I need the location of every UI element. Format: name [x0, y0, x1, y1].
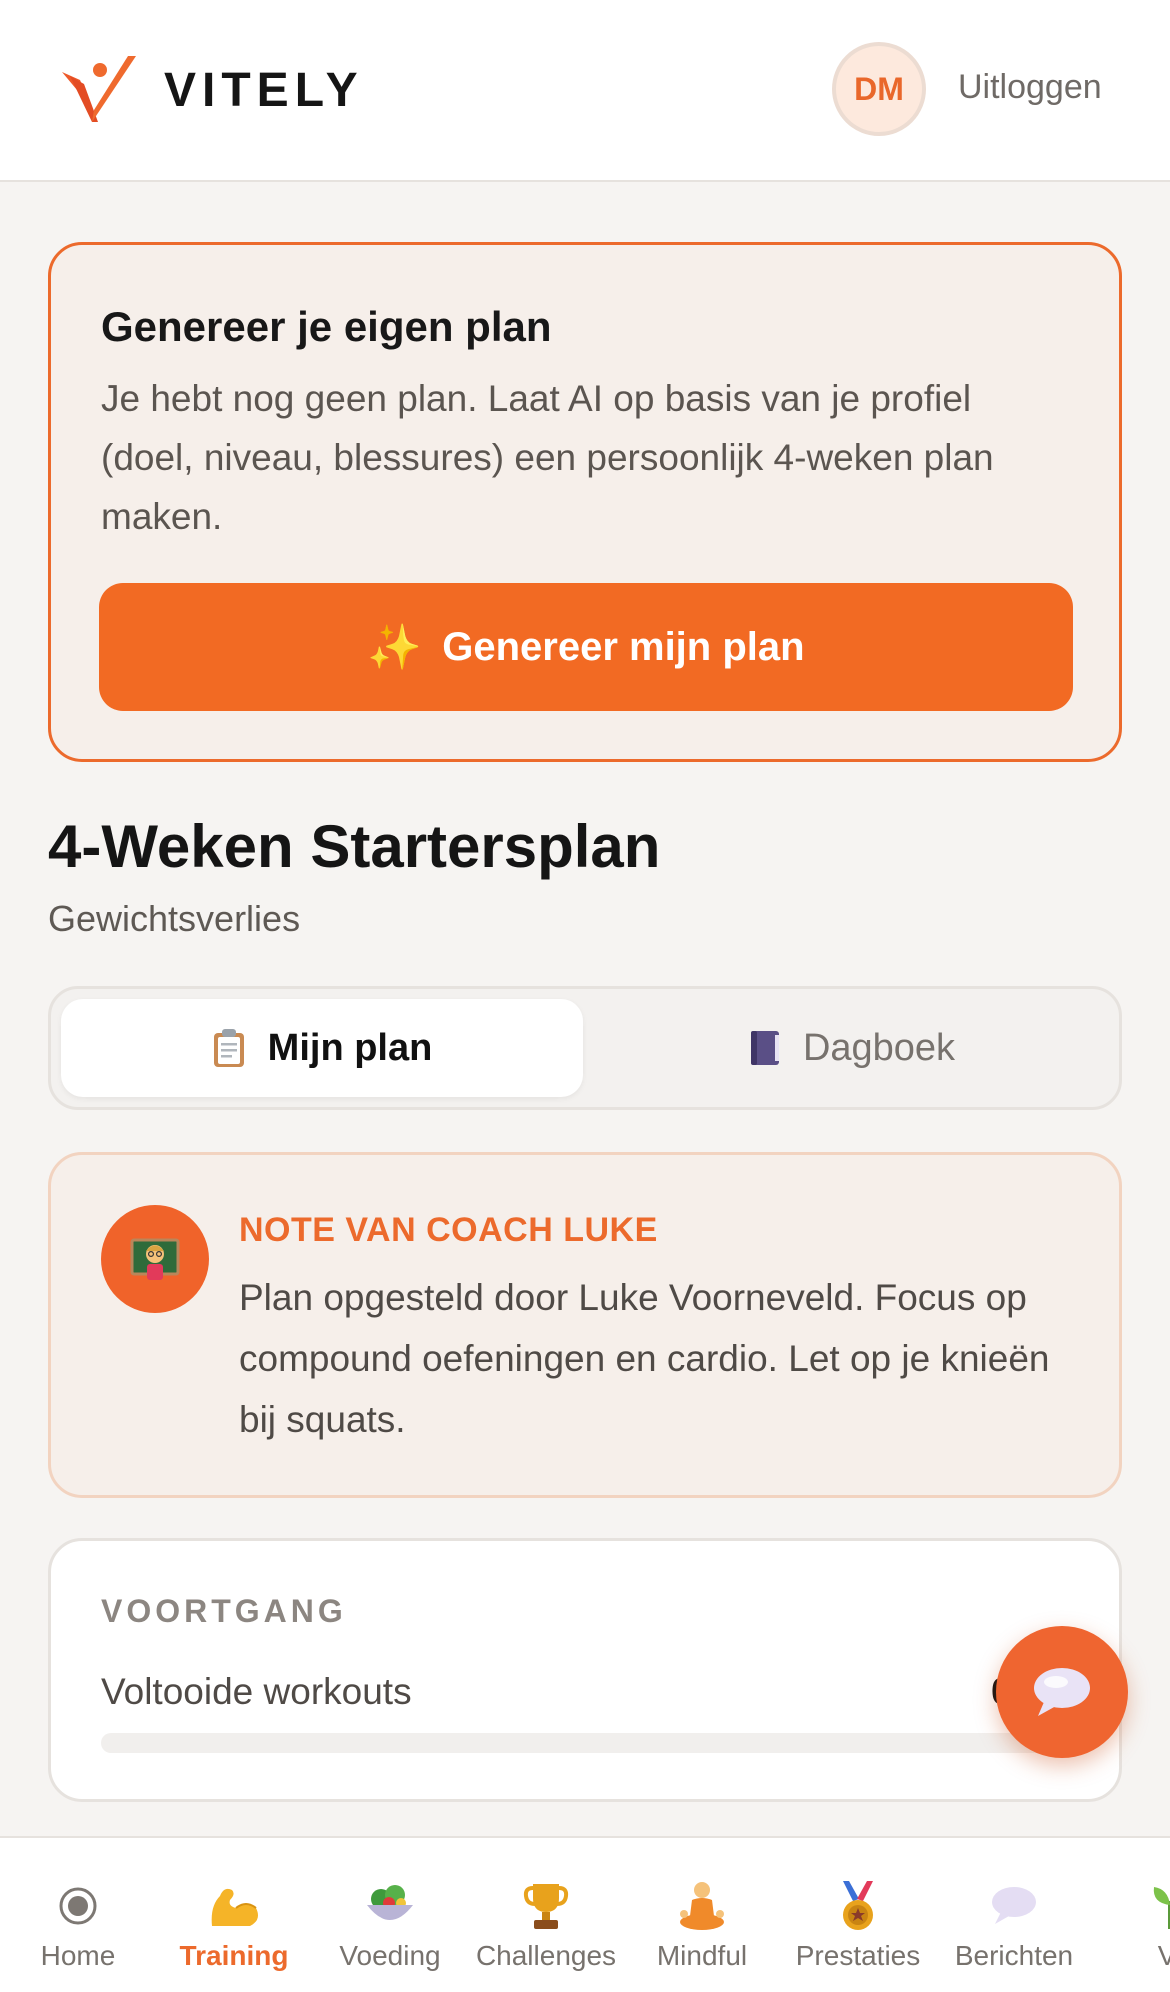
- top-bar: VITELY DM Uitloggen: [0, 0, 1170, 182]
- teacher-icon: [130, 1238, 180, 1280]
- plan-subtitle: Gewichtsverlies: [48, 898, 301, 939]
- notebook-icon: [749, 1029, 781, 1067]
- leaf-icon: [1146, 1878, 1170, 1934]
- tab-mijn-plan-label: Mijn plan: [267, 1026, 433, 1069]
- sparkles-icon: ✨: [367, 623, 423, 672]
- salad-icon: [363, 1878, 417, 1934]
- nav-label: Vi: [1158, 1940, 1170, 1972]
- clipboard-icon: [212, 1028, 246, 1068]
- progress-card: VOORTGANG Voltooide workouts 0: [48, 1538, 1122, 1802]
- nav-label: Voeding: [339, 1940, 441, 1971]
- nav-label: Mindful: [656, 1940, 748, 1971]
- generate-plan-button-label: Genereer mijn plan: [442, 624, 805, 669]
- tab-dagboek-label: Dagboek: [802, 1026, 956, 1069]
- generate-plan-card: Genereer je eigen plan Je hebt nog geen …: [48, 242, 1122, 762]
- progress-label: VOORTGANG: [101, 1593, 347, 1629]
- nav-label: Home: [40, 1940, 116, 1971]
- trophy-icon: [523, 1878, 569, 1934]
- tab-dagboek[interactable]: Dagboek: [591, 999, 1113, 1097]
- medal-icon: [835, 1878, 881, 1934]
- vitely-logo-icon: [62, 56, 136, 122]
- brand-name: VITELY: [164, 63, 364, 117]
- speech-bubble-icon: [989, 1878, 1039, 1934]
- nav-label: Challenges: [475, 1940, 617, 1971]
- nav-label: Prestaties: [795, 1940, 921, 1971]
- generate-plan-title: Genereer je eigen plan: [101, 303, 552, 350]
- meditation-icon: [676, 1878, 728, 1934]
- coach-note-label: NOTE VAN COACH LUKE: [239, 1211, 658, 1249]
- nav-item-prestaties[interactable]: Prestaties: [780, 1838, 936, 1992]
- nav-item-home[interactable]: Home: [0, 1838, 156, 1992]
- nav-item-voeding[interactable]: Voeding: [312, 1838, 468, 1992]
- nav-label: Training: [179, 1940, 289, 1971]
- plan-tabs: Mijn plan Dagboek: [48, 986, 1122, 1110]
- speech-bubble-icon: [1034, 1668, 1090, 1716]
- flexed-biceps-icon: [206, 1878, 262, 1934]
- completed-workouts-label: Voltooide workouts: [101, 1671, 412, 1712]
- coach-avatar: [101, 1205, 209, 1313]
- nav-label: Berichten: [954, 1940, 1074, 1971]
- logout-link[interactable]: Uitloggen: [958, 68, 1102, 107]
- generate-plan-description: Je hebt nog geen plan. Laat AI op basis …: [101, 378, 994, 537]
- nav-item-berichten[interactable]: Berichten: [936, 1838, 1092, 1992]
- tab-mijn-plan[interactable]: Mijn plan: [61, 999, 583, 1097]
- nav-item-vi[interactable]: Vi: [1092, 1838, 1170, 1992]
- bottom-navigation: Home Training Voeding Challenges Mindful…: [0, 1836, 1170, 1992]
- generate-plan-button[interactable]: ✨ Genereer mijn plan: [99, 583, 1073, 711]
- coach-note-text: Plan opgesteld door Luke Voorneveld. Foc…: [239, 1277, 1050, 1440]
- nav-item-challenges[interactable]: Challenges: [468, 1838, 624, 1992]
- plan-title: 4-Weken Startersplan: [48, 813, 661, 880]
- brand-logo[interactable]: VITELY: [58, 50, 364, 130]
- nav-item-mindful[interactable]: Mindful: [624, 1838, 780, 1992]
- coach-note-card: NOTE VAN COACH LUKE Plan opgesteld door …: [48, 1152, 1122, 1498]
- nav-item-training[interactable]: Training: [156, 1838, 312, 1992]
- avatar[interactable]: DM: [832, 42, 926, 136]
- progress-bar: [101, 1733, 1075, 1753]
- chat-button[interactable]: [996, 1626, 1128, 1758]
- radio-dot-icon: [58, 1878, 98, 1934]
